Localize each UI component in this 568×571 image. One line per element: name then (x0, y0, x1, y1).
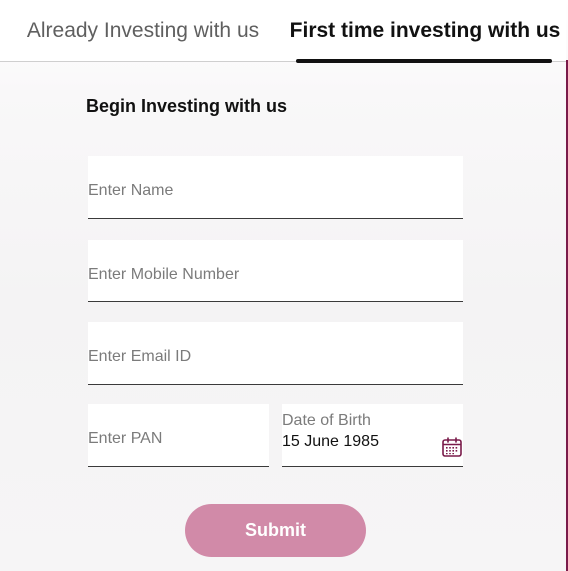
tab-already-investing-label: Already Investing with us (26, 19, 260, 42)
mobile-number-input[interactable] (88, 240, 463, 301)
tab-bar: Already Investing with us First time inv… (0, 0, 566, 63)
name-input[interactable] (88, 156, 463, 218)
mobile-field-container (88, 240, 463, 302)
pan-field-container (88, 404, 269, 467)
page: Already Investing with us First time inv… (0, 0, 568, 571)
name-field-container (88, 156, 463, 219)
pan-input[interactable] (88, 404, 269, 466)
form-title: Begin Investing with us (86, 96, 288, 116)
tab-first-time-investing[interactable]: First time investing with us (290, 0, 560, 63)
submit-button[interactable]: Submit (185, 504, 366, 557)
active-tab-indicator (296, 59, 552, 63)
date-of-birth-label: Date of Birth (282, 412, 371, 429)
email-input[interactable] (88, 322, 463, 384)
date-of-birth-value: 15 June 1985 (282, 433, 379, 450)
date-of-birth-field[interactable]: Date of Birth 15 June 1985 (282, 404, 463, 467)
tab-first-time-investing-label: First time investing with us (289, 19, 561, 42)
email-field-container (88, 322, 463, 385)
calendar-icon[interactable] (441, 436, 463, 458)
tab-already-investing[interactable]: Already Investing with us (12, 0, 274, 62)
